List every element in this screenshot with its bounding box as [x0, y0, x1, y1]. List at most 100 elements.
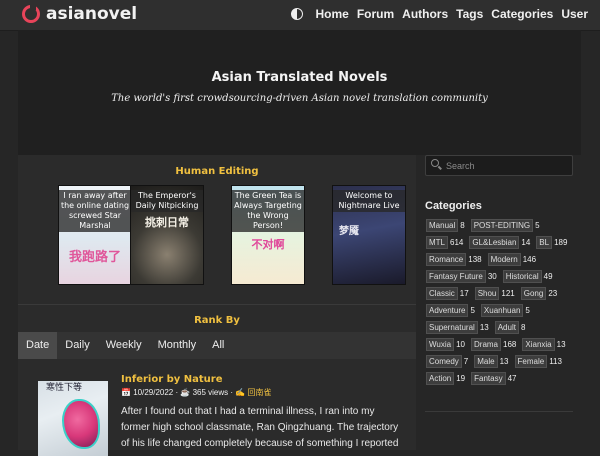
section-divider — [18, 304, 416, 305]
category-count: 14 — [521, 238, 531, 247]
hero-title: Asian Translated Novels — [211, 70, 388, 85]
rank-by-title: Rank By — [194, 315, 240, 326]
category-count: 7 — [463, 357, 469, 366]
category-count: 5 — [470, 306, 475, 315]
category-row: Manual 8 POST-EDITING 5 — [426, 219, 546, 232]
book-caption-1: I ran away after the online dating screw… — [59, 190, 131, 232]
category-count: 168 — [503, 340, 517, 349]
search-input[interactable] — [444, 157, 568, 174]
novel-translator[interactable]: 回南雀 — [247, 388, 271, 397]
category-chip[interactable]: MTL — [426, 236, 448, 249]
category-count: 5 — [525, 306, 530, 315]
category-chip[interactable]: Female — [514, 355, 548, 368]
category-chip[interactable]: Wuxia — [426, 338, 455, 351]
category-row: Romance 138 Modern 146 — [426, 253, 542, 266]
category-chip[interactable]: Gong — [520, 287, 547, 300]
novel-cover[interactable]: 寒性下等 — [38, 381, 108, 456]
category-chip[interactable]: Classic — [426, 287, 458, 300]
nav-home[interactable]: Home — [315, 7, 348, 21]
category-chip[interactable]: Shou — [474, 287, 500, 300]
category-chip[interactable]: Comedy — [426, 355, 462, 368]
category-chip[interactable]: Adult — [494, 321, 519, 334]
views-icon: ☕ — [180, 388, 191, 397]
main-column: Human Editing I ran away after the onlin… — [18, 155, 416, 456]
nav-categories[interactable]: Categories — [491, 7, 553, 21]
nav-user[interactable]: User — [561, 7, 588, 21]
category-row: Adventure 5 Xuanhuan 5 — [426, 304, 536, 317]
book-cover-text-4: 梦魇 — [339, 226, 359, 237]
hero-tagline: The world's first crowdsourcing-driven A… — [111, 93, 488, 104]
theme-toggle-icon[interactable] — [291, 8, 304, 20]
book-caption-4: Welcome to Nightmare Live — [333, 190, 405, 212]
category-count: 47 — [507, 374, 517, 383]
nav-authors[interactable]: Authors — [402, 7, 448, 21]
category-count: 49 — [543, 272, 553, 281]
translator-icon: ✍ — [235, 388, 246, 397]
category-chip[interactable]: Male — [474, 355, 498, 368]
nav-tags[interactable]: Tags — [456, 7, 483, 21]
book-cover-4[interactable]: Welcome to Nightmare Live 梦魇 — [332, 185, 406, 285]
human-editing-title: Human Editing — [175, 166, 259, 177]
category-chip[interactable]: Modern — [487, 253, 521, 266]
category-chip[interactable]: GL&Lesbian — [469, 236, 520, 249]
category-count: 17 — [459, 289, 469, 298]
logo-icon — [22, 4, 40, 23]
site-name: asianovel — [46, 4, 138, 24]
category-chip[interactable]: Romance — [426, 253, 467, 266]
category-row: Classic 17 Shou 121 Gong 23 — [426, 287, 563, 300]
category-count: 146 — [522, 255, 537, 264]
tab-all[interactable]: All — [204, 332, 232, 359]
category-count: 8 — [520, 323, 526, 332]
category-count: 13 — [479, 323, 489, 332]
category-chip[interactable]: Action — [426, 372, 455, 385]
category-row: Action 19 Fantasy 47 — [426, 372, 523, 385]
category-count: 10 — [456, 340, 465, 349]
rank-tabs: Date Daily Weekly Monthly All — [18, 332, 416, 359]
category-chip[interactable]: Supernatural — [426, 321, 478, 334]
category-chip[interactable]: Manual — [426, 219, 459, 232]
novel-views: 365 views — [192, 388, 229, 397]
category-count: 138 — [468, 255, 482, 264]
tab-daily[interactable]: Daily — [57, 332, 97, 359]
tab-date[interactable]: Date — [18, 332, 58, 359]
calendar-icon: 📅 — [121, 388, 131, 397]
human-editing-carousel: I ran away after the online dating screw… — [18, 185, 416, 285]
category-count: 19 — [456, 374, 466, 383]
category-chip[interactable]: Adventure — [426, 304, 469, 317]
category-row: MTL 614 GL&Lesbian 14 BL 189 — [426, 236, 573, 249]
category-chip[interactable]: BL — [536, 236, 553, 249]
book-cover-text-3: 不对啊 — [251, 238, 285, 251]
tab-weekly[interactable]: Weekly — [98, 332, 150, 359]
category-chip[interactable]: Fantasy Future — [426, 270, 486, 283]
book-cover-2[interactable]: The Emperor's Daily Nitpicking 挑刺日常 — [130, 185, 204, 285]
book-caption-3: The Green Tea is Always Targeting the Wr… — [232, 190, 304, 232]
sidebar-divider — [425, 411, 573, 412]
category-count: 30 — [487, 272, 497, 281]
category-count: 13 — [556, 340, 566, 349]
category-chip[interactable]: Xianxia — [522, 338, 555, 351]
category-row: Supernatural 13 Adult 8 — [426, 321, 531, 334]
search-box — [425, 155, 573, 176]
category-chip[interactable]: Xuanhuan — [480, 304, 524, 317]
category-chip[interactable]: Drama — [471, 338, 502, 351]
category-count: 8 — [460, 221, 465, 230]
book-cover-3[interactable]: The Green Tea is Always Targeting the Wr… — [231, 185, 305, 285]
tab-monthly[interactable]: Monthly — [150, 332, 205, 359]
main-nav: Home Forum Authors Tags Categories User — [291, 7, 596, 21]
category-count: 189 — [554, 238, 568, 247]
book-caption-2: The Emperor's Daily Nitpicking — [131, 190, 203, 212]
category-chip[interactable]: Historical — [502, 270, 542, 283]
category-chip[interactable]: Fantasy — [471, 372, 506, 385]
category-count: 13 — [499, 357, 509, 366]
categories-title: Categories — [425, 200, 482, 212]
novel-title[interactable]: Inferior by Nature — [121, 374, 223, 385]
novel-cover-text: 寒性下等 — [46, 383, 83, 393]
top-bar: asianovel Home Forum Authors Tags Catego… — [0, 0, 600, 31]
category-chip[interactable]: POST-EDITING — [470, 219, 534, 232]
book-cover-1[interactable]: I ran away after the online dating screw… — [58, 185, 132, 285]
nav-forum[interactable]: Forum — [357, 7, 394, 21]
site-logo[interactable]: asianovel — [22, 4, 137, 24]
hero-banner: Asian Translated Novels The world's firs… — [18, 30, 581, 155]
category-row: Comedy 7 Male 13 Female 113 — [426, 355, 568, 368]
book-cover-text-2: 挑刺日常 — [145, 216, 189, 229]
